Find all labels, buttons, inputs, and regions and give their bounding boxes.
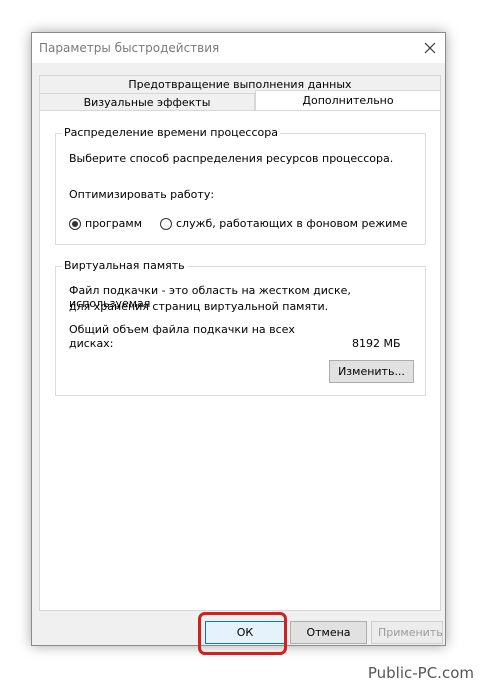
watermark: Public-PC.com: [367, 664, 474, 682]
radio-programs[interactable]: [69, 218, 81, 230]
change-button[interactable]: Изменить...: [329, 360, 414, 383]
paging-total-label-line2: дисках:: [69, 337, 114, 350]
optimize-label: Оптимизировать работу:: [69, 188, 215, 201]
tab-advanced[interactable]: Дополнительно: [255, 90, 441, 111]
processor-scheduling-group: Распределение времени процессора Выберит…: [55, 126, 426, 245]
apply-button[interactable]: Применить: [371, 621, 443, 644]
virtual-memory-description-line2: для хранения страниц виртуальной памяти.: [69, 300, 329, 313]
virtual-memory-title: Виртуальная память: [62, 259, 187, 272]
ok-button-highlight: [198, 612, 287, 655]
title-bar: Параметры быстродействия: [32, 33, 445, 63]
radio-programs-label[interactable]: программ: [85, 217, 142, 230]
paging-total-value: 8192 МБ: [352, 337, 401, 350]
advanced-tab-panel: Распределение времени процессора Выберит…: [39, 110, 441, 611]
performance-options-dialog: Параметры быстродействия Предотвращение …: [31, 32, 446, 646]
radio-background-services[interactable]: [160, 218, 172, 230]
window-title: Параметры быстродействия: [39, 41, 220, 55]
radio-selected-dot: [72, 221, 78, 227]
processor-scheduling-description: Выберите способ распределения ресурсов п…: [69, 152, 394, 165]
cancel-button[interactable]: Отмена: [290, 621, 367, 644]
paging-total-label-line1: Общий объем файла подкачки на всех: [69, 323, 295, 336]
radio-background-services-label[interactable]: служб, работающих в фоновом режиме: [176, 217, 407, 230]
virtual-memory-group: Виртуальная память Файл подкачки - это о…: [55, 259, 426, 396]
tab-visual-effects[interactable]: Визуальные эффекты: [39, 93, 255, 111]
close-icon[interactable]: [419, 37, 441, 59]
processor-scheduling-title: Распределение времени процессора: [62, 126, 280, 139]
